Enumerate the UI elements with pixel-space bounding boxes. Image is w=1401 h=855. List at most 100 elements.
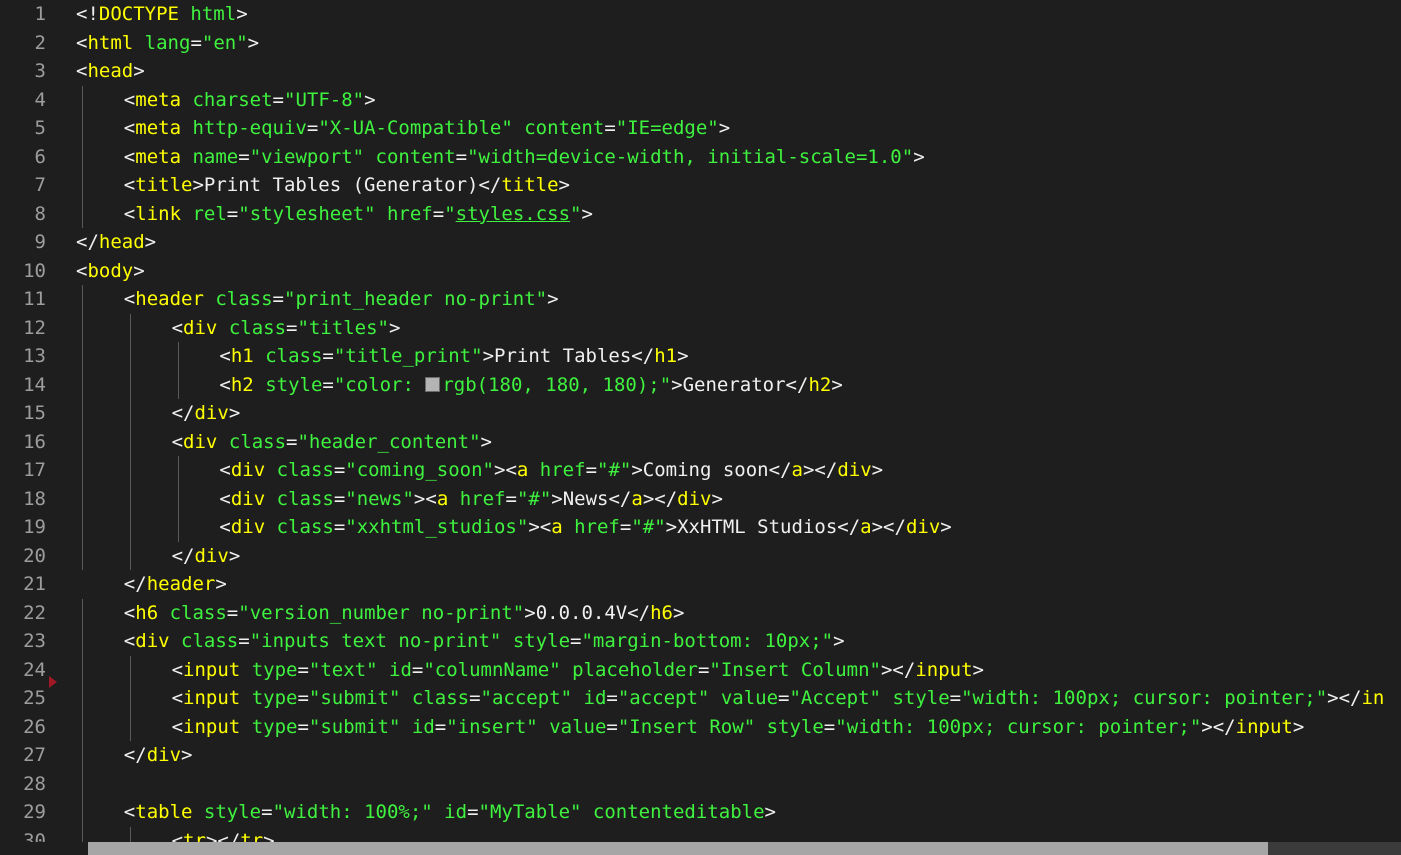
token-txt: 0.0.0.4V	[535, 601, 628, 624]
code-line[interactable]: <h2 style="color: rgb(180, 180, 180);">G…	[0, 371, 843, 400]
code-line[interactable]: <div class="coming_soon"><a href="#">Com…	[0, 456, 883, 485]
token-punc	[378, 659, 389, 681]
token-val: "color:	[333, 373, 426, 396]
token-val: "accept"	[480, 687, 573, 709]
token-punc: =	[570, 630, 582, 652]
line-number: 3	[34, 60, 46, 82]
token-val: "width: 100px; cursor: pointer;"	[835, 715, 1202, 738]
line-number: 17	[23, 459, 46, 481]
indent-guide	[129, 313, 131, 570]
token-punc: >	[547, 288, 559, 310]
token-punc: >	[247, 31, 260, 54]
token-tag: input	[1235, 715, 1293, 738]
token-punc: >	[144, 231, 157, 253]
token-punc: >	[711, 487, 723, 510]
code-line[interactable]: <div class="inputs text no-print" style=…	[0, 627, 845, 656]
token-punc: <	[123, 801, 136, 823]
code-line[interactable]: <h6 class="version_number no-print">0.0.…	[0, 599, 685, 628]
token-val: "version_number no-print"	[238, 601, 525, 624]
token-punc: </	[171, 544, 195, 567]
code-line[interactable]: <meta http-equiv="X-UA-Compatible" conte…	[0, 114, 730, 143]
token-punc: </	[631, 345, 655, 367]
code-line[interactable]: <div class="header_content">	[0, 428, 492, 457]
horizontal-scrollbar-track[interactable]	[88, 842, 1401, 855]
token-attr: type	[251, 658, 298, 681]
token-attr: style	[892, 687, 950, 709]
token-tag: meta	[135, 88, 182, 111]
token-punc	[513, 117, 524, 139]
token-punc: </	[608, 487, 632, 510]
token-punc: >	[1292, 715, 1305, 738]
token-punc: >	[480, 430, 492, 453]
token-punc	[376, 203, 387, 225]
token-punc: <	[123, 88, 136, 111]
token-punc: >	[133, 60, 145, 82]
token-punc: =	[272, 288, 284, 310]
token-tag: div	[905, 516, 941, 538]
code-line[interactable]: <link rel="stylesheet" href="styles.css"…	[0, 200, 593, 229]
token-punc: >	[364, 88, 376, 111]
token-val: "accept"	[617, 687, 710, 709]
code-content-area[interactable]: <!DOCTYPE html> <html lang="en"> <head> <me…	[0, 0, 1401, 855]
color-swatch-icon[interactable]	[425, 376, 441, 392]
token-punc: >	[831, 373, 843, 396]
code-line[interactable]: <div class="xxhtml_studios"><a href="#">…	[0, 513, 951, 542]
token-val: "viewport"	[249, 145, 365, 168]
code-line[interactable]: <input type="submit" class="accept" id="…	[0, 684, 1385, 713]
code-line[interactable]: <table style="width: 100%;" id="MyTable"…	[0, 798, 776, 827]
token-punc	[254, 345, 265, 367]
token-punc: <	[219, 373, 231, 396]
token-attr: http-equiv	[192, 117, 307, 139]
token-punc: <	[171, 658, 184, 681]
token-punc: <	[123, 117, 136, 139]
code-line[interactable]: <div class="titles">	[0, 314, 401, 343]
code-line[interactable]: <input type="text" id="columnName" place…	[0, 656, 984, 685]
token-punc: =	[238, 630, 250, 652]
token-tag: h2	[230, 373, 254, 396]
horizontal-scrollbar-thumb[interactable]	[88, 842, 1268, 855]
code-line[interactable]: <header class="print_header no-print">	[0, 285, 559, 314]
code-line[interactable]: <h1 class="title_print">Print Tables</h1…	[0, 342, 688, 371]
token-val: "insert"	[446, 715, 538, 738]
code-editor[interactable]: <!DOCTYPE html> <html lang="en"> <head> <me…	[0, 0, 1401, 855]
token-punc: <!	[76, 3, 99, 25]
code-line[interactable]: <meta name="viewport" content="width=dev…	[0, 143, 925, 172]
token-punc	[254, 374, 265, 396]
token-punc: =	[585, 459, 598, 481]
token-attr: charset	[192, 88, 273, 111]
line-number: 19	[23, 516, 46, 538]
token-punc: <	[171, 430, 184, 453]
token-punc	[400, 687, 411, 709]
line-number: 6	[34, 145, 46, 168]
token-punc: =	[411, 658, 424, 681]
token-val: "news"	[345, 487, 414, 510]
token-punc	[204, 288, 215, 310]
line-number: 7	[34, 174, 46, 196]
token-punc: <	[123, 202, 136, 225]
token-punc: >	[215, 573, 227, 595]
breakpoint-marker-icon[interactable]	[49, 675, 57, 688]
token-punc	[561, 659, 572, 681]
token-punc: >	[389, 316, 401, 339]
token-attr: href	[574, 516, 620, 538]
token-tag: div	[230, 459, 266, 481]
code-line[interactable]: <div class="news"><a href="#">News</a></…	[0, 485, 723, 514]
token-punc	[448, 488, 459, 510]
token-punc: =	[297, 658, 309, 681]
token-punc: <	[123, 601, 136, 624]
code-line[interactable]: <title>Print Tables (Generator)</title>	[0, 171, 570, 200]
token-punc: >	[181, 744, 193, 766]
code-line[interactable]: <meta charset="UTF-8">	[0, 86, 376, 115]
token-punc: </	[478, 174, 502, 196]
token-punc: </	[768, 459, 792, 481]
token-punc: >	[833, 630, 845, 652]
code-line[interactable]: <input type="submit" id="insert" value="…	[0, 713, 1305, 742]
token-tag: a	[860, 516, 872, 538]
token-punc	[181, 89, 192, 111]
token-punc	[181, 146, 192, 168]
line-number: 22	[23, 601, 46, 624]
token-attr: id	[411, 715, 435, 738]
token-val: "xxhtml_studios"	[345, 516, 529, 538]
token-txt: Print Tables	[494, 345, 632, 367]
token-punc: ></	[1201, 715, 1236, 738]
